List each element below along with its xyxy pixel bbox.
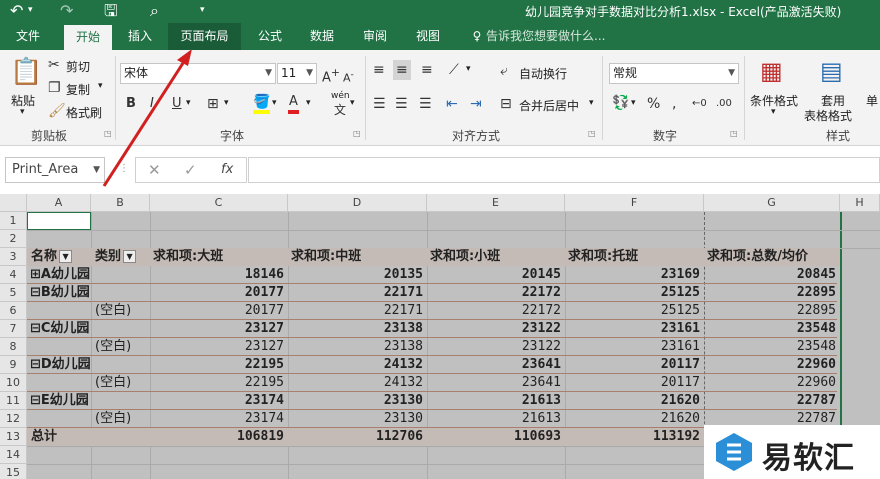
arrow-shaft	[102, 59, 187, 187]
watermark: 易软汇	[704, 425, 880, 479]
annotation-arrow	[102, 49, 192, 187]
arrow-head	[177, 49, 192, 66]
watermark-text: 易软汇	[762, 441, 855, 476]
watermark-logo-icon	[716, 433, 752, 471]
